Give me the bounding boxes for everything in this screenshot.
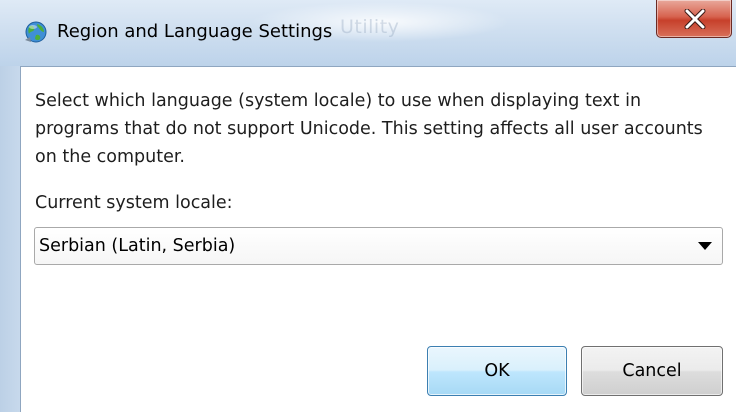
ok-button[interactable]: OK [427,346,567,396]
background-window-title: Utility [340,16,400,38]
globe-icon [22,20,48,46]
region-language-dialog: Utility Region and Language Settings Sel… [0,0,736,412]
description-text: Select which language (system locale) to… [35,91,703,167]
window-frame [0,66,20,412]
current-locale-label: Current system locale: [35,193,233,213]
window-title: Region and Language Settings [57,21,333,42]
close-button[interactable] [656,0,732,38]
cancel-button[interactable]: Cancel [581,346,723,396]
close-icon [684,9,706,29]
system-locale-dropdown[interactable]: Serbian (Latin, Serbia) [34,227,723,265]
selected-locale-value: Serbian (Latin, Serbia) [39,236,236,256]
dropdown-arrow-icon[interactable] [698,242,712,250]
dialog-body: Select which language (system locale) to… [20,66,736,412]
title-bar[interactable]: Utility Region and Language Settings [0,0,736,66]
